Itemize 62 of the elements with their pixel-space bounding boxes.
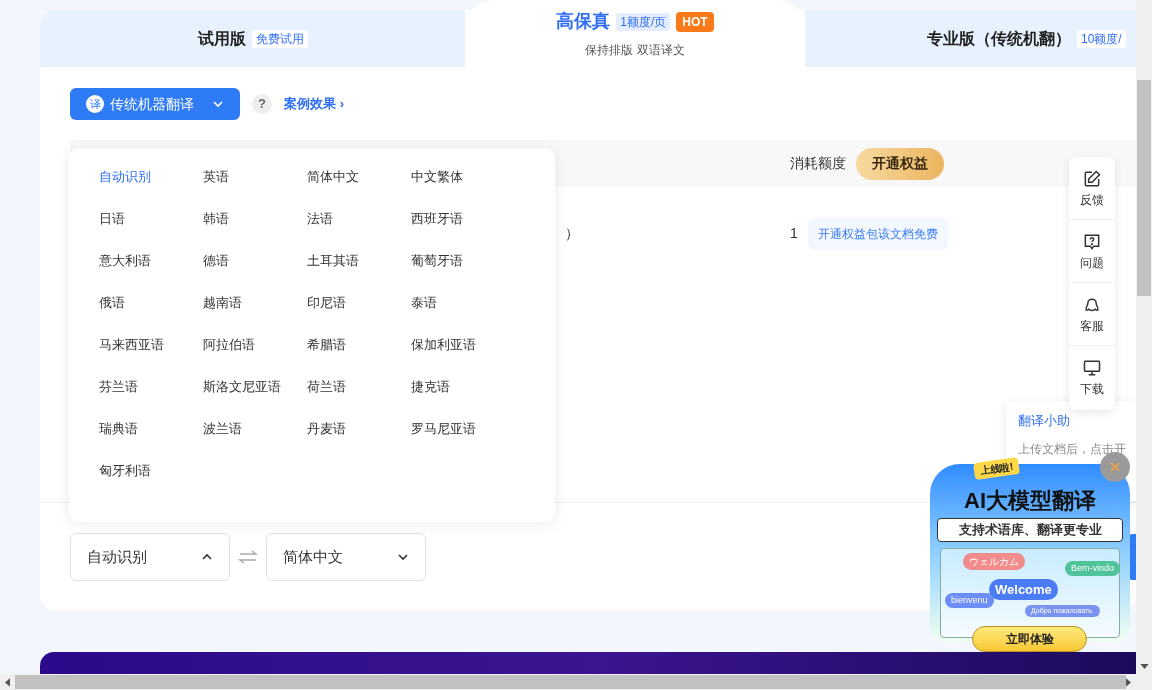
language-option[interactable]: 越南语 (203, 293, 307, 335)
column-header: 消耗额度 (790, 154, 846, 173)
language-option[interactable]: 韩语 (203, 209, 307, 251)
language-option[interactable]: 匈牙利语 (99, 461, 203, 503)
popup-subtitle: 支持术语库、翻译更专业 (937, 518, 1123, 542)
language-option[interactable]: 俄语 (99, 293, 203, 335)
tab-badge: 1额度/页 (616, 12, 671, 31)
language-option[interactable]: 葡萄牙语 (411, 251, 515, 293)
tab-title: 试用版 (197, 28, 246, 49)
language-option[interactable]: 印尼语 (307, 293, 411, 335)
table-cell-text: 1 (790, 224, 799, 243)
toolbar-item[interactable]: 下载 (1080, 358, 1104, 398)
language-option[interactable]: 土耳其语 (307, 251, 411, 293)
language-option[interactable]: 德语 (203, 251, 307, 293)
language-option[interactable]: 中文繁体 (411, 167, 515, 209)
language-option[interactable]: 马来西亚语 (99, 335, 203, 377)
engine-select-button[interactable]: 译 传统机器翻译 (70, 88, 240, 120)
language-option[interactable]: 意大利语 (99, 251, 203, 293)
tab-title: 专业版（传统机翻） (927, 28, 1071, 49)
greeting-bubble: Welcome (989, 578, 1058, 600)
free-note-chip: 开通权益包该文档免费 (808, 217, 948, 250)
language-option[interactable]: 丹麦语 (307, 419, 411, 461)
language-option[interactable]: 波兰语 (203, 419, 307, 461)
language-option[interactable]: 简体中文 (307, 167, 411, 209)
language-option[interactable]: 英语 (203, 167, 307, 209)
language-option[interactable]: 芬兰语 (99, 377, 203, 419)
try-now-button[interactable]: 立即体验 (972, 626, 1087, 652)
hot-badge: HOT (676, 11, 714, 32)
language-option[interactable]: 斯洛文尼亚语 (203, 377, 307, 419)
tab-badge: 免费试用 (251, 29, 308, 48)
language-option[interactable]: 荷兰语 (307, 377, 411, 419)
language-option[interactable]: 日语 (99, 209, 203, 251)
popup-title: AI大模型翻译 (964, 490, 1096, 512)
translate-icon: 译 (86, 95, 104, 113)
language-option[interactable]: 捷克语 (411, 377, 515, 419)
greeting-bubble: bienvenu (945, 592, 994, 608)
language-option[interactable]: 西班牙语 (411, 209, 515, 251)
tab-subtitle: 保持排版 双语译文 (585, 42, 685, 59)
greeting-bubble: ウェルカム (963, 552, 1025, 570)
language-option[interactable]: 法语 (307, 209, 411, 251)
examples-link[interactable]: 案例效果 › (284, 94, 344, 114)
language-option[interactable]: 罗马尼亚语 (411, 419, 515, 461)
plan-tab[interactable]: 专业版（传统机翻） 10额度/ (805, 10, 1136, 67)
toolbar-item[interactable]: 反馈 (1080, 169, 1104, 209)
tooltip-title: 翻译小助 (1018, 412, 1071, 430)
language-option[interactable]: 保加利亚语 (411, 335, 515, 377)
tab-title: 高保真 (556, 10, 611, 33)
language-option[interactable]: 泰语 (411, 293, 515, 335)
greeting-bubble: Bem-vindo (1065, 560, 1121, 576)
toolbar-item[interactable]: 问题 (1080, 232, 1104, 272)
toolbar-item[interactable]: 客服 (1080, 295, 1104, 335)
upgrade-button[interactable]: 开通权益 (856, 147, 944, 180)
language-option[interactable]: 瑞典语 (99, 419, 203, 461)
language-option[interactable]: 希腊语 (307, 335, 411, 377)
help-icon[interactable]: ? (252, 94, 272, 114)
plan-tab[interactable]: 试用版 免费试用 (40, 10, 465, 67)
language-option[interactable]: 自动识别 (99, 167, 203, 209)
tab-badge: 10额度/ (1077, 29, 1126, 48)
target-language-select[interactable]: 简体中文 (266, 533, 426, 581)
source-language-select[interactable]: 自动识别 (70, 533, 230, 581)
table-cell-text: ） (565, 224, 580, 243)
language-option[interactable]: 阿拉伯语 (203, 335, 307, 377)
